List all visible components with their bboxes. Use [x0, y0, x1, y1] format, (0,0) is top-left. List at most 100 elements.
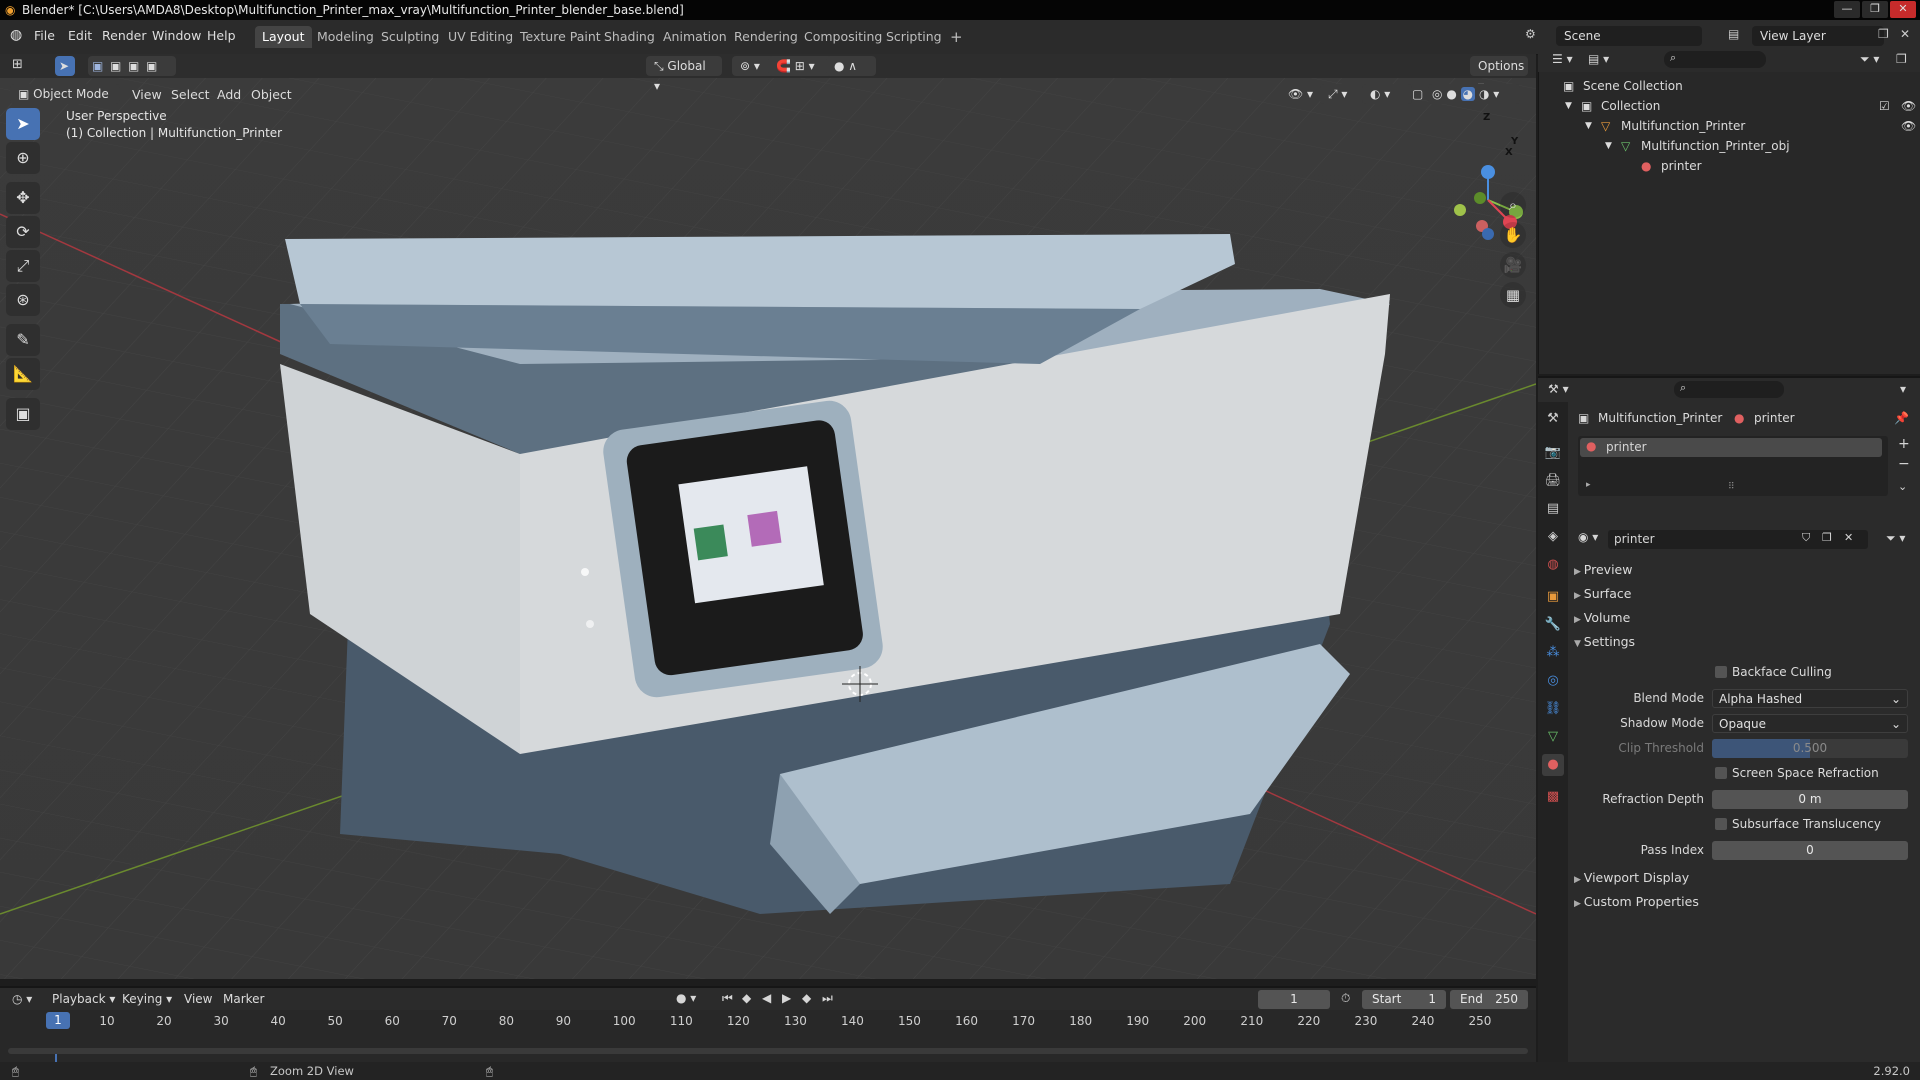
- playhead-frame-indicator[interactable]: 1: [46, 1012, 70, 1029]
- material-name-field[interactable]: printer ⛉ ❐ ✕: [1608, 530, 1868, 549]
- measure-tool-icon[interactable]: 📐: [6, 358, 40, 390]
- blender-menu-icon[interactable]: ◍: [10, 27, 22, 43]
- outliner-editor-icon[interactable]: ☰ ▾: [1552, 52, 1573, 66]
- world-tab-icon[interactable]: ◍: [1542, 554, 1564, 576]
- outliner-row[interactable]: ▼ ▽ Multifunction_Printer 👁: [1539, 116, 1920, 136]
- view-layer-icon[interactable]: ▤: [1728, 27, 1739, 41]
- expand-icon[interactable]: ▼: [1605, 136, 1612, 156]
- section-viewport-display[interactable]: ▶ Viewport Display: [1574, 870, 1689, 885]
- add-slot-button[interactable]: +: [1898, 436, 1910, 452]
- tab-shading[interactable]: Shading: [597, 26, 662, 48]
- eye-icon[interactable]: 👁: [1901, 116, 1916, 136]
- section-volume[interactable]: ▶ Volume: [1574, 610, 1630, 625]
- backface-culling-checkbox[interactable]: [1715, 666, 1727, 678]
- expand-icon[interactable]: ▼: [1585, 116, 1592, 136]
- proportional-edit-toggle[interactable]: ● ∧: [826, 56, 876, 76]
- eye-icon[interactable]: 👁: [1901, 96, 1916, 116]
- xray-toggle[interactable]: ▢: [1404, 84, 1430, 104]
- transform-tool-icon[interactable]: ⊛: [6, 284, 40, 316]
- slot-specials-icon[interactable]: ⌄: [1898, 480, 1907, 493]
- tool-tab-icon[interactable]: ⚒: [1542, 408, 1564, 430]
- remove-slot-button[interactable]: −: [1898, 456, 1910, 472]
- editor-type-icon[interactable]: ⊞: [12, 57, 23, 72]
- outliner-row[interactable]: ● printer: [1539, 156, 1920, 176]
- snap-toggle[interactable]: 🧲 ⊞ ▾: [768, 56, 834, 76]
- add-workspace-icon[interactable]: +: [943, 26, 970, 48]
- timeline-menu-marker[interactable]: Marker: [223, 992, 264, 1006]
- timeline-scrollbar[interactable]: [8, 1048, 1528, 1054]
- play-reverse-button[interactable]: ◀: [762, 991, 771, 1005]
- scene-selector[interactable]: Scene: [1556, 26, 1702, 46]
- clip-threshold-slider[interactable]: 0.500: [1712, 739, 1908, 758]
- shading-mode-buttons[interactable]: ◎ ● ◕ ◑ ▾: [1428, 84, 1520, 104]
- section-preview[interactable]: ▶ Preview: [1574, 562, 1632, 577]
- rendered-shading-icon[interactable]: ◑: [1479, 87, 1489, 101]
- timeline-menu-playback[interactable]: Playback ▾: [52, 992, 115, 1006]
- tab-animation[interactable]: Animation: [656, 26, 734, 48]
- move-tool-icon[interactable]: ✥: [6, 182, 40, 214]
- modifier-tab-icon[interactable]: 🔧: [1542, 614, 1564, 636]
- play-button[interactable]: ▶: [782, 991, 791, 1005]
- properties-editor-icon[interactable]: ⚒ ▾: [1548, 382, 1569, 396]
- material-tab-icon[interactable]: ●: [1542, 754, 1564, 776]
- transform-orientation-dropdown[interactable]: ⤡ Global ▾: [646, 56, 722, 93]
- outliner-search-input[interactable]: ⌕: [1664, 51, 1766, 68]
- current-frame-field[interactable]: 1: [1258, 990, 1330, 1009]
- maximize-button[interactable]: ❐: [1862, 1, 1888, 18]
- expand-icon[interactable]: ▼: [1565, 96, 1572, 116]
- timeline-menu-view[interactable]: View: [184, 992, 212, 1006]
- tab-compositing[interactable]: Compositing: [797, 26, 889, 48]
- constraints-tab-icon[interactable]: ⛓: [1542, 698, 1564, 720]
- data-tab-icon[interactable]: ▽: [1542, 726, 1564, 748]
- shadow-mode-dropdown[interactable]: Opaque ⌄: [1712, 714, 1908, 733]
- scene-tab-icon[interactable]: ◈: [1542, 526, 1564, 548]
- scale-tool-icon[interactable]: ⤢: [6, 250, 40, 282]
- list-expand-icon[interactable]: ▸: [1586, 480, 1591, 490]
- jump-start-button[interactable]: ⏮: [722, 991, 733, 1006]
- new-view-layer-icon[interactable]: ❐: [1878, 27, 1889, 41]
- tab-modeling[interactable]: Modeling: [310, 26, 381, 48]
- timeline[interactable]: 1102030405060708090100110120130140150160…: [0, 1010, 1536, 1062]
- viewport-menu-select[interactable]: Select: [171, 87, 210, 102]
- filter-icon[interactable]: ⏷ ▾: [1860, 52, 1879, 67]
- close-button[interactable]: ✕: [1890, 1, 1916, 18]
- new-collection-icon[interactable]: ❐: [1896, 52, 1907, 66]
- properties-search-input[interactable]: ⌕: [1674, 381, 1784, 398]
- camera-view-icon[interactable]: 🎥: [1500, 252, 1526, 278]
- fake-user-icon[interactable]: ⛉: [1802, 531, 1810, 545]
- jump-keyframe-back-button[interactable]: ◆: [742, 991, 751, 1005]
- texture-tab-icon[interactable]: ▩: [1542, 786, 1564, 808]
- exclude-checkbox[interactable]: ☑: [1879, 96, 1890, 116]
- render-tab-icon[interactable]: 📷: [1542, 442, 1564, 464]
- timeline-editor-icon[interactable]: ◷ ▾: [12, 992, 32, 1006]
- menu-help[interactable]: Help: [207, 28, 236, 43]
- unlink-material-icon[interactable]: ✕: [1844, 531, 1853, 544]
- select-extend-icon[interactable]: ▣: [110, 56, 121, 76]
- select-invert-icon[interactable]: ▣: [146, 56, 157, 76]
- node-tree-filter-icon[interactable]: ⏷ ▾: [1886, 531, 1905, 546]
- properties-options-icon[interactable]: ▾: [1900, 382, 1906, 396]
- object-tab-icon[interactable]: ▣: [1542, 586, 1564, 608]
- tab-layout[interactable]: Layout: [255, 26, 312, 48]
- pan-hand-icon[interactable]: ✋: [1500, 222, 1526, 248]
- outliner-row[interactable]: ▼ ▽ Multifunction_Printer_obj: [1539, 136, 1920, 156]
- view-layer-selector[interactable]: View Layer: [1752, 26, 1884, 46]
- cursor-tool-icon[interactable]: ⊕: [6, 142, 40, 174]
- viewport-menu-view[interactable]: View: [132, 87, 162, 102]
- section-settings[interactable]: ▼ Settings: [1574, 634, 1635, 649]
- record-button[interactable]: ● ▾: [676, 991, 696, 1005]
- view-layer-tab-icon[interactable]: ▤: [1542, 498, 1564, 520]
- wireframe-shading-icon[interactable]: ◎: [1432, 87, 1442, 101]
- material-preview-icon[interactable]: ◕: [1460, 87, 1476, 101]
- options-dropdown[interactable]: Options ▾: [1470, 56, 1528, 93]
- blend-mode-dropdown[interactable]: Alpha Hashed ⌄: [1712, 689, 1908, 708]
- remove-view-layer-icon[interactable]: ✕: [1900, 27, 1910, 41]
- solid-shading-icon[interactable]: ●: [1446, 87, 1456, 101]
- preview-range-icon[interactable]: ⏱: [1341, 991, 1350, 1006]
- 3d-viewport[interactable]: Z Y X ⊞ ➤ ▣ ▣ ▣ ▣ ⤡ Global ▾ ⊚ ▾ 🧲 ⊞ ▾ ●…: [0, 54, 1536, 979]
- select-box-tool-icon[interactable]: ➤: [6, 108, 40, 140]
- select-new-icon[interactable]: ▣: [92, 56, 103, 76]
- tab-texture-paint[interactable]: Texture Paint: [513, 26, 608, 48]
- menu-window[interactable]: Window: [152, 28, 201, 43]
- browse-material-icon[interactable]: ◉ ▾: [1578, 530, 1604, 549]
